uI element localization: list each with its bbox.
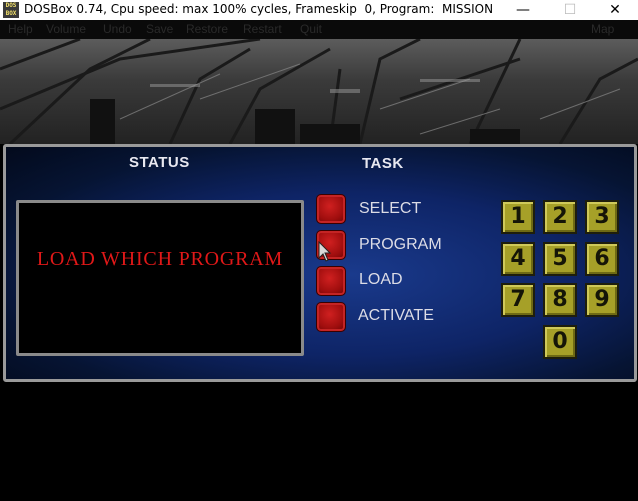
keypad-key-4[interactable]: 4 [501,242,535,276]
keypad-key-6[interactable]: 6 [585,242,619,276]
window-title: DOSBox 0.74, Cpu speed: max 100% cycles,… [24,2,494,16]
keypad-key-5[interactable]: 5 [543,242,577,276]
minimize-button[interactable]: — [500,0,546,20]
menu-map[interactable]: Map [591,22,614,36]
background-scenery [0,39,638,144]
activate-task-button[interactable] [316,302,346,332]
load-task-button[interactable] [316,266,346,296]
status-header: STATUS [129,154,190,171]
maximize-button[interactable]: ☐ [547,0,593,20]
mission-control-panel: STATUS TASK LOAD WHICH PROGRAM SELECT PR… [3,144,637,382]
keypad-key-7[interactable]: 7 [501,283,535,317]
keypad-key-0[interactable]: 0 [543,325,577,359]
menu-restore[interactable]: Restore [186,22,228,36]
menu-volume[interactable]: Volume [46,22,86,36]
dosbox-app-icon[interactable]: DOS BOX [3,2,19,18]
keypad-key-2[interactable]: 2 [543,200,577,234]
keypad-key-1[interactable]: 1 [501,200,535,234]
keypad-key-9[interactable]: 9 [585,283,619,317]
menu-restart[interactable]: Restart [243,22,282,36]
select-task-button[interactable] [316,194,346,224]
activate-task-label[interactable]: ACTIVATE [358,307,434,325]
menu-save[interactable]: Save [146,22,173,36]
scaffold-graphic [0,39,638,144]
menu-quit[interactable]: Quit [300,22,322,36]
program-task-label[interactable]: PROGRAM [359,236,442,254]
mouse-cursor-icon [318,241,332,262]
status-display: LOAD WHICH PROGRAM [16,200,304,356]
task-header: TASK [362,155,404,172]
menu-help[interactable]: Help [8,22,33,36]
keypad-key-3[interactable]: 3 [585,200,619,234]
status-message: LOAD WHICH PROGRAM [36,248,284,270]
window-title-bar[interactable]: DOS BOX DOSBox 0.74, Cpu speed: max 100%… [0,0,638,20]
menu-undo[interactable]: Undo [103,22,132,36]
close-button[interactable]: ✕ [592,0,638,20]
select-task-label[interactable]: SELECT [359,200,421,218]
keypad-key-8[interactable]: 8 [543,283,577,317]
load-task-label[interactable]: LOAD [359,271,403,289]
